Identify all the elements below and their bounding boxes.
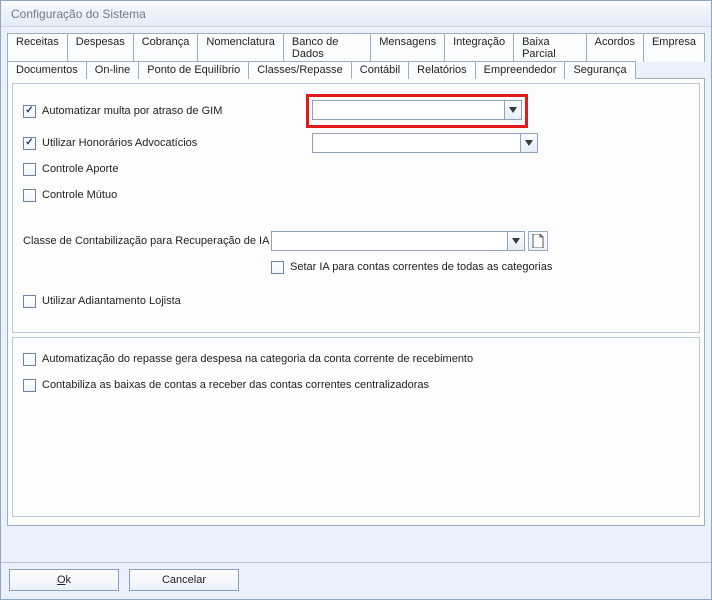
row-setar-ia: Setar IA para contas correntes de todas … [271,256,689,278]
ok-button-rest: k [66,574,72,586]
label-controle-aporte: Controle Aporte [42,163,118,175]
row-adiantamento: Utilizar Adiantamento Lojista [23,290,689,312]
tab-empreendedor[interactable]: Empreendedor [476,61,566,79]
combo-gim-value [313,101,504,119]
tab-nomenclatura[interactable]: Nomenclatura [198,33,283,62]
tab-strip: Receitas Despesas Cobrança Nomenclatura … [1,27,711,78]
tab-baixa-parcial[interactable]: Baixa Parcial [514,33,587,62]
combo-honorarios[interactable] [312,133,538,153]
combo-classe-ia[interactable] [271,231,525,251]
chevron-down-icon [512,238,520,244]
label-controle-mutuo: Controle Mútuo [42,189,117,201]
tab-receitas[interactable]: Receitas [7,33,68,62]
row-gim: Automatizar multa por atraso de GIM [23,94,689,128]
tab-ponto-equilibrio[interactable]: Ponto de Equilíbrio [139,61,249,79]
window-title: Configuração do Sistema [1,1,711,27]
combo-classe-ia-dropdown-button[interactable] [507,232,524,250]
panel-classes-repasse-bottom: Automatização do repasse gera despesa na… [12,337,700,517]
label-contabiliza-baixas: Contabiliza as baixas de contas a recebe… [42,379,429,391]
new-document-button[interactable] [528,231,548,251]
panel-classes-repasse-top: Automatizar multa por atraso de GIM Util… [12,83,700,333]
tab-despesas[interactable]: Despesas [68,33,134,62]
row-mutuo: Controle Mútuo [23,184,689,206]
document-icon [532,234,544,248]
checkbox-adiantamento-lojista[interactable] [23,295,36,308]
tab-row-1: Receitas Despesas Cobrança Nomenclatura … [7,33,705,61]
tab-acordos[interactable]: Acordos [587,33,644,62]
tab-integracao[interactable]: Integração [445,33,514,62]
combo-classe-ia-value [272,232,507,250]
row-honorarios: Utilizar Honorários Advocatícios [23,132,689,154]
tab-empresa[interactable]: Empresa [644,33,705,62]
combo-honorarios-dropdown-button[interactable] [520,134,537,152]
row-auto-repasse: Automatização do repasse gera despesa na… [23,348,689,370]
tab-content: Automatizar multa por atraso de GIM Util… [7,78,705,526]
combo-gim[interactable] [312,100,522,120]
dialog-button-bar: Ok Cancelar [1,562,711,599]
tab-row-2: Documentos On-line Ponto de Equilíbrio C… [7,61,705,78]
cancel-button[interactable]: Cancelar [129,569,239,591]
tab-banco-de-dados[interactable]: Banco de Dados [284,33,371,62]
checkbox-setar-ia[interactable] [271,261,284,274]
label-classe-ia: Classe de Contabilização para Recuperaçã… [23,235,271,247]
tab-classes-repasse[interactable]: Classes/Repasse [249,61,352,79]
row-contabiliza-baixas: Contabiliza as baixas de contas a recebe… [23,374,689,396]
combo-gim-dropdown-button[interactable] [504,101,521,119]
tab-on-line[interactable]: On-line [87,61,139,79]
checkbox-contabiliza-baixas[interactable] [23,379,36,392]
label-auto-repasse: Automatização do repasse gera despesa na… [42,353,473,365]
label-adiantamento-lojista: Utilizar Adiantamento Lojista [42,295,181,307]
row-aporte: Controle Aporte [23,158,689,180]
chevron-down-icon [525,140,533,146]
tab-documentos[interactable]: Documentos [7,61,87,79]
label-honorarios: Utilizar Honorários Advocatícios [42,137,306,149]
checkbox-controle-mutuo[interactable] [23,189,36,202]
tab-seguranca[interactable]: Segurança [565,61,635,79]
label-setar-ia: Setar IA para contas correntes de todas … [290,261,552,273]
checkbox-automatizar-gim[interactable] [23,105,36,118]
row-classe-ia: Classe de Contabilização para Recuperaçã… [23,230,689,252]
tab-contabil[interactable]: Contábil [352,61,409,79]
chevron-down-icon [509,107,517,113]
checkbox-honorarios[interactable] [23,137,36,150]
label-automatizar-gim: Automatizar multa por atraso de GIM [42,105,306,117]
combo-honorarios-value [313,134,520,152]
tab-mensagens[interactable]: Mensagens [371,33,445,62]
tab-cobranca[interactable]: Cobrança [134,33,199,62]
checkbox-controle-aporte[interactable] [23,163,36,176]
tab-relatorios[interactable]: Relatórios [409,61,476,79]
highlight-gim-combo [306,94,528,128]
checkbox-auto-repasse[interactable] [23,353,36,366]
ok-button-underline: O [57,574,66,586]
ok-button[interactable]: Ok [9,569,119,591]
system-config-window: Configuração do Sistema Receitas Despesa… [0,0,712,600]
